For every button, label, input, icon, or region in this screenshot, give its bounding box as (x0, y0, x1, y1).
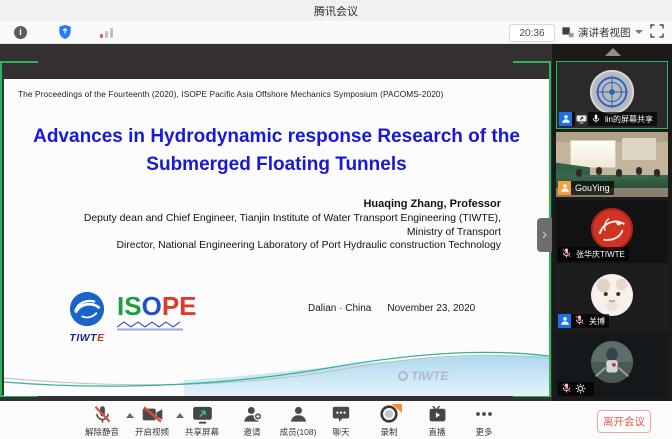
window-titlebar: 腾讯会议 (0, 0, 672, 21)
author-block: Huaqing Zhang, Professor Deputy dean and… (21, 198, 501, 253)
author-affiliation: Deputy dean and Chief Engineer, Tianjin … (21, 212, 501, 226)
tencent-meeting-window: 腾讯会议 i 20:36 演讲者视图 (0, 0, 672, 439)
mic-muted-icon (558, 382, 572, 396)
author-affiliation: Ministry of Transport (21, 226, 501, 240)
isope-wave-icon (117, 320, 183, 332)
participant-namebar: 张华庆TIWTE (558, 247, 629, 261)
view-mode-switcher[interactable]: 演讲者视图 (562, 23, 643, 41)
mic-muted-icon (558, 247, 572, 261)
share-border-left (0, 61, 2, 397)
gear-icon[interactable] (575, 383, 586, 396)
participant-namebar: GouYing (558, 181, 614, 195)
leave-meeting-button[interactable]: 离开会议 (597, 410, 651, 433)
meeting-duration: 20:36 (509, 24, 555, 42)
participant-tile-5[interactable] (556, 333, 668, 398)
mic-muted-icon (574, 314, 585, 328)
camera-off-icon (142, 404, 163, 424)
record-ring-icon (376, 404, 402, 424)
layout-icon (562, 26, 574, 38)
avatar (590, 207, 634, 251)
window-title: 腾讯会议 (314, 3, 358, 19)
screen-share-icon (192, 404, 213, 424)
main-area: The Proceedings of the Fourteenth (2020)… (0, 44, 672, 401)
author-name: Huaqing Zhang, Professor (21, 198, 501, 212)
slide-watermark: TIWTE (398, 369, 448, 383)
host-icon (559, 112, 572, 126)
author-affiliation: Director, National Engineering Laborator… (21, 239, 501, 253)
tiwte-logo: TIWTE (62, 291, 112, 344)
participant-name: 张华庆TIWTE (575, 249, 625, 260)
fullscreen-icon (650, 24, 664, 38)
tiwte-watermark-icon (398, 371, 408, 381)
security-shield-icon[interactable] (58, 21, 72, 43)
participant-name: 关博 (588, 316, 605, 327)
person-add-icon (243, 404, 262, 424)
meeting-info-icon[interactable]: i (14, 21, 27, 43)
member-icon (558, 314, 571, 328)
bottom-toolbar: 解除静音 开启视频 共享屏幕 邀请 成员(108) (0, 401, 672, 439)
participant-name: lin的屏幕共享 (604, 114, 653, 125)
person-icon (289, 404, 308, 424)
screen-share-icon (575, 112, 588, 126)
shared-screen-region: The Proceedings of the Fourteenth (2020)… (0, 44, 552, 401)
presentation-slide: The Proceedings of the Fourteenth (2020)… (4, 79, 549, 396)
next-slide-chevron[interactable]: › (537, 218, 552, 252)
isope-logo: ISOPE (117, 293, 197, 337)
chevron-down-icon (635, 30, 643, 34)
network-signal-icon[interactable] (100, 21, 113, 43)
avatar (590, 273, 634, 317)
participant-tile-guanbo[interactable]: 关博 (556, 266, 668, 330)
participant-namebar: 关博 (558, 314, 609, 328)
participant-tile-gouying[interactable]: GouYing (556, 132, 668, 197)
slide-wave-decoration (4, 344, 549, 396)
scroll-up-icon[interactable] (605, 48, 621, 56)
slide-title: Advances in Hydrodynamic response Resear… (4, 123, 549, 179)
participant-namebar (558, 382, 594, 396)
mic-on-icon (591, 113, 601, 126)
chat-bubble-icon (332, 404, 350, 424)
share-border-corner (513, 61, 551, 63)
tiwte-logo-icon (69, 291, 105, 327)
participant-name: GouYing (574, 183, 610, 193)
mic-muted-icon (93, 404, 112, 424)
participant-namebar: lin的屏幕共享 (559, 112, 657, 126)
fullscreen-button[interactable] (650, 24, 664, 43)
venue-line: Dalian · ChinaNovember 23, 2020 (308, 303, 475, 314)
more-button[interactable]: 更多 (452, 404, 516, 438)
view-mode-label: 演讲者视图 (578, 25, 631, 40)
participant-tile-zhanghuaqing[interactable]: 张华庆TIWTE (556, 200, 668, 263)
ellipsis-icon (474, 404, 494, 424)
participants-sidebar: lin的屏幕共享 GouYing (552, 44, 672, 401)
member-icon (558, 181, 571, 195)
live-tv-icon (428, 404, 447, 424)
meeting-statusbar: i 20:36 演讲者视图 (0, 21, 672, 44)
shield-icon (58, 24, 72, 40)
share-border-corner (0, 61, 38, 63)
participant-tile-lin[interactable]: lin的屏幕共享 (556, 61, 668, 129)
avatar (589, 69, 635, 115)
avatar (590, 340, 634, 384)
proceedings-line: The Proceedings of the Fourteenth (2020)… (18, 89, 443, 99)
